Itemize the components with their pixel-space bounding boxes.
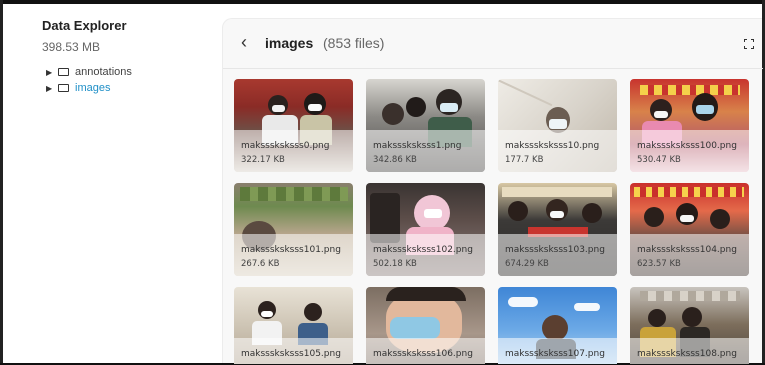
- sidebar-title: Data Explorer: [42, 18, 127, 33]
- file-name: maksssksksss106.png: [373, 349, 473, 359]
- chevron-left-icon[interactable]: ‹: [241, 33, 247, 51]
- file-size: 530.47 KB: [637, 155, 681, 165]
- image-card[interactable]: maksssksksss1.png 342.86 KB: [366, 79, 485, 172]
- image-card[interactable]: maksssksksss10.png 177.7 KB: [498, 79, 617, 172]
- image-card[interactable]: maksssksksss108.png: [630, 287, 749, 364]
- image-card[interactable]: maksssksksss103.png 674.29 KB: [498, 183, 617, 276]
- file-name: maksssksksss104.png: [637, 245, 737, 255]
- image-card[interactable]: maksssksksss0.png 322.17 KB: [234, 79, 353, 172]
- expand-icon[interactable]: [744, 39, 754, 49]
- image-card[interactable]: maksssksksss106.png: [366, 287, 485, 364]
- folder-title: images: [265, 35, 314, 51]
- image-grid: maksssksksss0.png 322.17 KB maksssksksss…: [234, 79, 754, 364]
- file-size: 342.86 KB: [373, 155, 417, 165]
- file-name: maksssksksss105.png: [241, 349, 341, 359]
- file-name: maksssksksss1.png: [373, 141, 462, 151]
- sidebar: Data Explorer 398.53 MB ▶ annotations ▶ …: [0, 4, 215, 363]
- file-name: maksssksksss103.png: [505, 245, 605, 255]
- image-card[interactable]: maksssksksss102.png 502.18 KB: [366, 183, 485, 276]
- file-name: maksssksksss100.png: [637, 141, 737, 151]
- folder-icon: [58, 68, 69, 76]
- image-card[interactable]: maksssksksss105.png: [234, 287, 353, 364]
- image-card[interactable]: maksssksksss107.png: [498, 287, 617, 364]
- image-card[interactable]: maksssksksss100.png 530.47 KB: [630, 79, 749, 172]
- file-size: 177.7 KB: [505, 155, 544, 165]
- file-size: 502.18 KB: [373, 259, 417, 269]
- file-count: (853 files): [323, 35, 385, 51]
- file-browser-panel: ‹ images (853 files) maksssksksss0.png 3…: [222, 18, 763, 364]
- file-name: maksssksksss0.png: [241, 141, 330, 151]
- tree-item-label: annotations: [75, 66, 132, 78]
- file-name: maksssksksss102.png: [373, 245, 473, 255]
- file-name: maksssksksss101.png: [241, 245, 341, 255]
- file-name: maksssksksss107.png: [505, 349, 605, 359]
- tree-item-images[interactable]: ▶ images: [46, 80, 110, 96]
- caret-right-icon[interactable]: ▶: [46, 84, 58, 93]
- file-size: 322.17 KB: [241, 155, 285, 165]
- panel-header: ‹ images (853 files): [223, 19, 763, 69]
- tree-item-annotations[interactable]: ▶ annotations: [46, 64, 132, 80]
- tree-item-label: images: [75, 82, 111, 94]
- dataset-size: 398.53 MB: [42, 40, 101, 54]
- caret-right-icon[interactable]: ▶: [46, 68, 58, 77]
- file-size: 623.57 KB: [637, 259, 681, 269]
- file-name: maksssksksss108.png: [637, 349, 737, 359]
- folder-icon: [58, 84, 69, 92]
- file-size: 267.6 KB: [241, 259, 280, 269]
- image-card[interactable]: maksssksksss101.png 267.6 KB: [234, 183, 353, 276]
- file-size: 674.29 KB: [505, 259, 549, 269]
- image-card[interactable]: maksssksksss104.png 623.57 KB: [630, 183, 749, 276]
- file-name: maksssksksss10.png: [505, 141, 600, 151]
